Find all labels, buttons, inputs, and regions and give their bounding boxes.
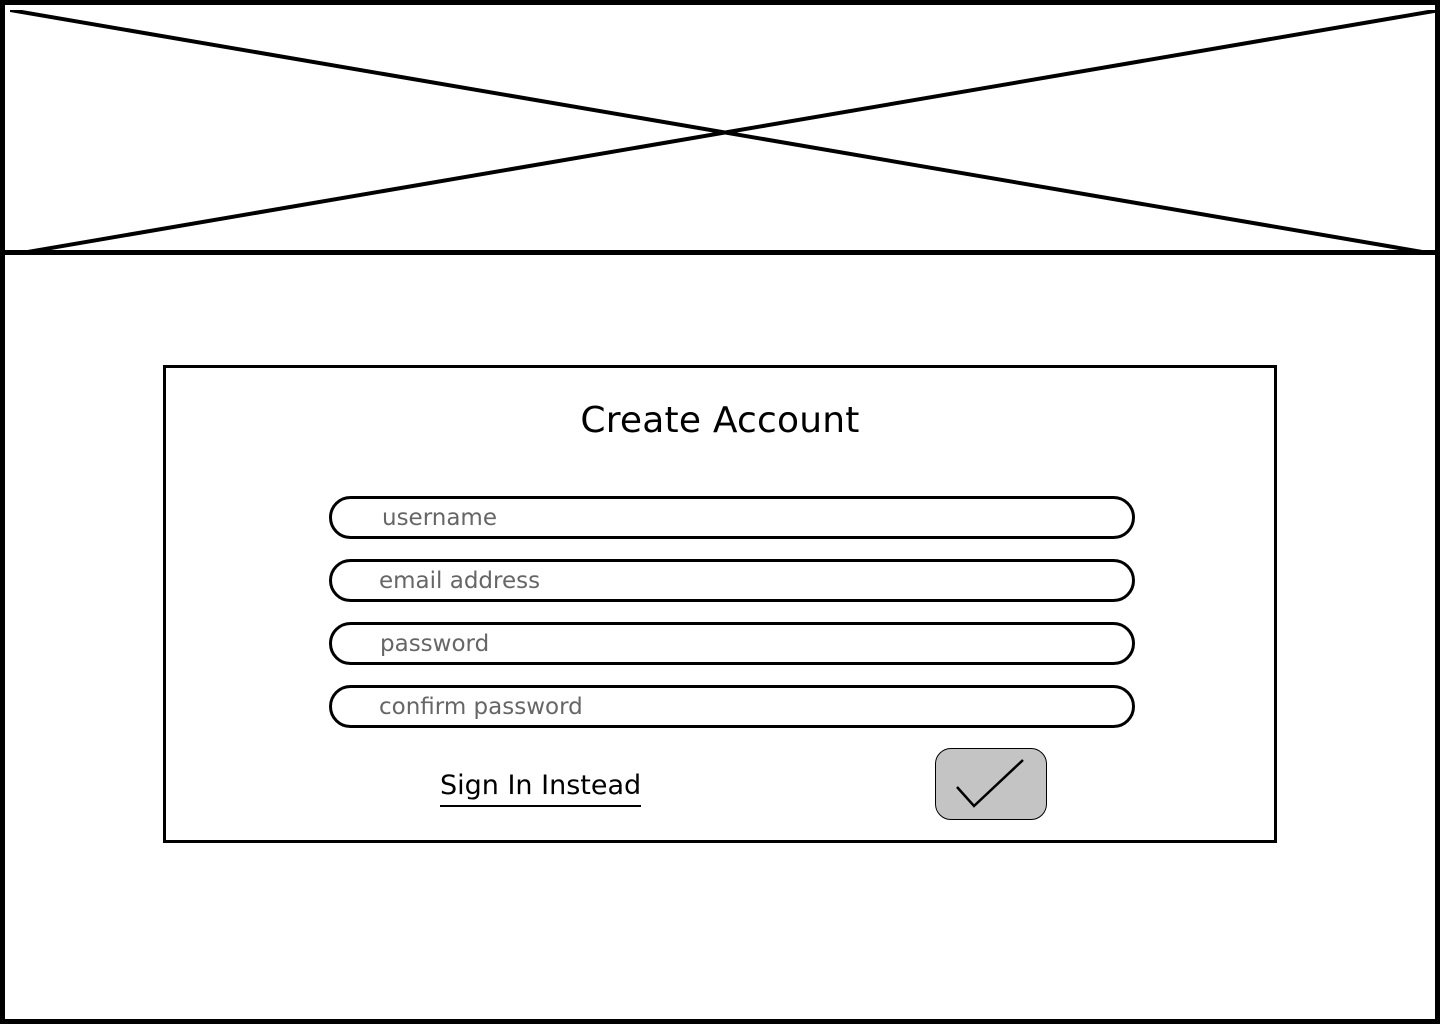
create-account-card: Create Account Sign In Instead	[163, 365, 1277, 843]
checkmark-icon	[956, 758, 1024, 808]
page-title: Create Account	[580, 400, 860, 441]
hero-divider	[0, 250, 1440, 255]
email-input[interactable]	[329, 559, 1135, 602]
username-input[interactable]	[329, 496, 1135, 539]
submit-button[interactable]	[935, 748, 1047, 820]
password-input[interactable]	[329, 622, 1135, 665]
sign-in-instead-link[interactable]: Sign In Instead	[440, 769, 642, 807]
confirm-password-input[interactable]	[329, 685, 1135, 728]
hero-image-placeholder	[10, 10, 1440, 255]
image-placeholder-icon	[10, 10, 1440, 255]
